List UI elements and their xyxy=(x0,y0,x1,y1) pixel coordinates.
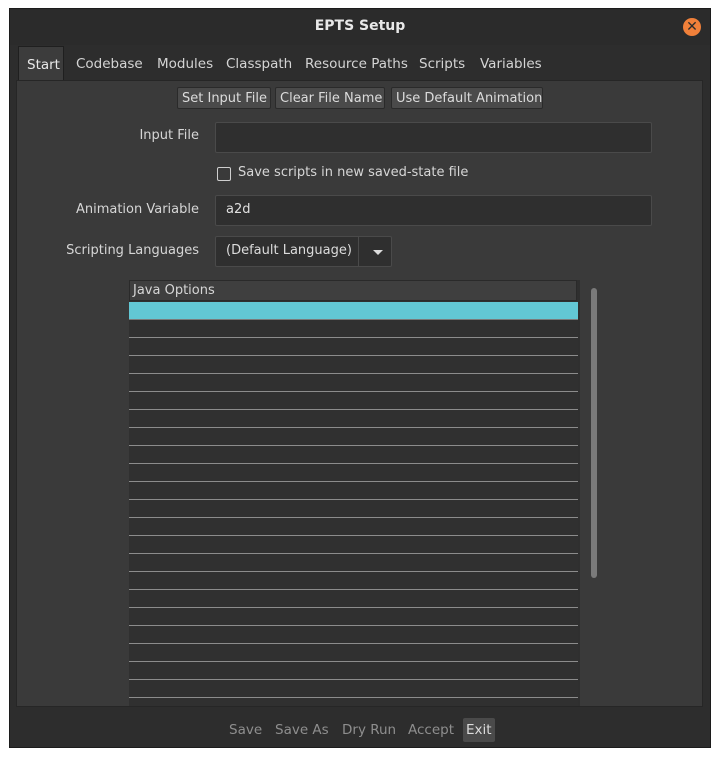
tab-modules[interactable]: Modules xyxy=(149,46,221,80)
table-row[interactable] xyxy=(129,392,578,410)
input-file-label: Input File xyxy=(139,128,199,143)
table-row[interactable] xyxy=(129,374,578,392)
table-row[interactable] xyxy=(129,626,578,644)
java-options-header[interactable]: Java Options xyxy=(129,280,577,301)
tab-scripts[interactable]: Scripts xyxy=(411,46,473,80)
table-row[interactable] xyxy=(129,500,578,518)
combo-separator xyxy=(358,237,359,266)
table-row[interactable] xyxy=(129,428,578,446)
title-bar: EPTS Setup ✕ xyxy=(10,9,710,45)
table-row[interactable] xyxy=(129,554,578,572)
table-row[interactable] xyxy=(129,536,578,554)
table-row[interactable] xyxy=(129,410,578,428)
tab-resource-paths[interactable]: Resource Paths xyxy=(297,46,416,80)
tab-classpath[interactable]: Classpath xyxy=(218,46,300,80)
save-scripts-label: Save scripts in new saved-state file xyxy=(238,165,469,180)
clear-file-name-button[interactable]: Clear File Name xyxy=(275,87,385,109)
table-row[interactable] xyxy=(129,518,578,536)
table-row[interactable] xyxy=(129,446,578,464)
animation-variable-field[interactable]: a2d xyxy=(215,195,652,226)
save-button[interactable]: Save xyxy=(226,718,265,742)
java-options-rows xyxy=(129,302,578,706)
scripting-languages-value: (Default Language) xyxy=(226,243,352,258)
animation-variable-label: Animation Variable xyxy=(75,202,199,217)
start-panel: Set Input File Clear File Name Use Defau… xyxy=(16,80,703,707)
tab-codebase[interactable]: Codebase xyxy=(68,46,151,80)
table-row[interactable] xyxy=(129,608,578,626)
table-row[interactable] xyxy=(129,320,578,338)
table-row[interactable] xyxy=(129,482,578,500)
input-file-field[interactable] xyxy=(215,122,652,153)
table-row[interactable] xyxy=(129,662,578,680)
tab-variables[interactable]: Variables xyxy=(472,46,550,80)
table-row[interactable] xyxy=(129,356,578,374)
table-row[interactable] xyxy=(129,698,578,706)
chevron-down-icon[interactable] xyxy=(373,250,383,255)
use-default-animation-button[interactable]: Use Default Animation xyxy=(391,87,543,109)
window-title: EPTS Setup xyxy=(314,18,406,34)
scripting-languages-label: Scripting Languages xyxy=(66,243,199,258)
epts-setup-window: EPTS Setup ✕ Start Codebase Modules Clas… xyxy=(9,8,711,748)
java-options-table: Java Options xyxy=(129,280,580,706)
dry-run-button[interactable]: Dry Run xyxy=(339,718,399,742)
java-options-scrollbar[interactable] xyxy=(591,288,597,578)
exit-button[interactable]: Exit xyxy=(463,718,495,742)
accept-button[interactable]: Accept xyxy=(405,718,457,742)
scripting-languages-select[interactable]: (Default Language) xyxy=(215,236,392,267)
close-icon[interactable]: ✕ xyxy=(683,18,701,36)
table-row[interactable] xyxy=(129,644,578,662)
tab-start[interactable]: Start xyxy=(18,46,64,80)
table-row[interactable] xyxy=(129,464,578,482)
save-scripts-checkbox[interactable] xyxy=(217,167,231,181)
table-row[interactable] xyxy=(129,572,578,590)
set-input-file-button[interactable]: Set Input File xyxy=(177,87,271,109)
table-row[interactable] xyxy=(129,302,578,320)
table-row[interactable] xyxy=(129,680,578,698)
table-row[interactable] xyxy=(129,590,578,608)
save-as-button[interactable]: Save As xyxy=(272,718,332,742)
table-row[interactable] xyxy=(129,338,578,356)
